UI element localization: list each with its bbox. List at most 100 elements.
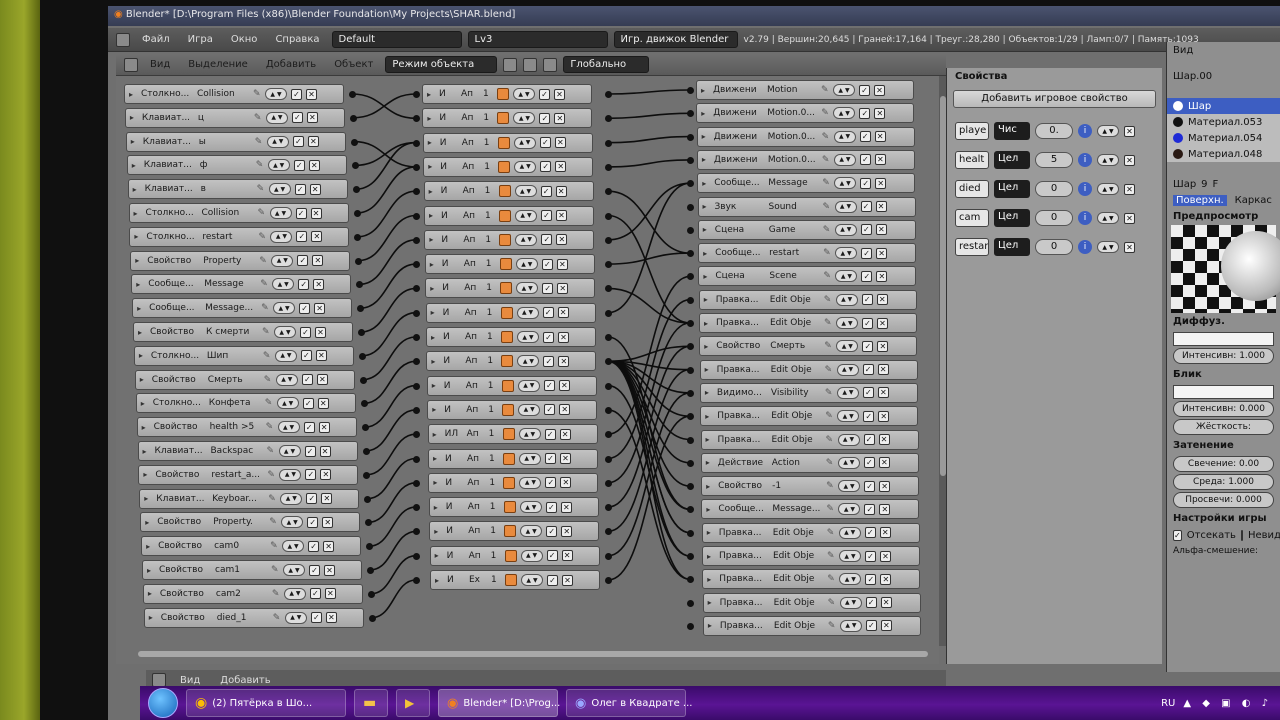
- pin-icon[interactable]: ✎: [827, 528, 835, 538]
- menu-add[interactable]: Добавить: [214, 675, 276, 686]
- up-down-buttons[interactable]: ▲ ▼: [266, 135, 289, 148]
- up-down-buttons[interactable]: ▲ ▼: [273, 302, 296, 315]
- close-icon[interactable]: ✕: [1124, 212, 1135, 224]
- checkbox-icon[interactable]: ✓: [308, 540, 320, 552]
- sensor-output-socket[interactable]: [352, 186, 360, 194]
- close-icon[interactable]: ✕: [314, 302, 326, 314]
- checkbox-icon[interactable]: ✓: [861, 270, 873, 282]
- close-icon[interactable]: ✕: [556, 258, 568, 270]
- pin-icon[interactable]: ✎: [270, 541, 278, 551]
- pin-icon[interactable]: ✎: [253, 89, 261, 99]
- state-icon[interactable]: [504, 525, 517, 538]
- sensor-link[interactable]: [363, 360, 417, 405]
- checkbox-icon[interactable]: ✓: [863, 410, 875, 422]
- close-icon[interactable]: ✕: [324, 588, 336, 600]
- close-icon[interactable]: ✕: [315, 350, 327, 362]
- property-name-field[interactable]: healt: [955, 151, 989, 169]
- checkbox-icon[interactable]: ✓: [543, 331, 554, 343]
- close-icon[interactable]: ✕: [310, 207, 322, 219]
- up-down-buttons[interactable]: ▲ ▼: [837, 410, 860, 423]
- close-icon[interactable]: ✕: [316, 374, 328, 386]
- tab-surface[interactable]: Поверхн.: [1173, 194, 1227, 206]
- expand-triangle-icon[interactable]: ▸: [703, 202, 711, 211]
- right-menu-view[interactable]: Вид: [1167, 42, 1280, 58]
- sensor-output-socket[interactable]: [367, 590, 375, 598]
- checkbox-icon[interactable]: ✓: [304, 445, 316, 457]
- sensor-link[interactable]: [365, 409, 417, 452]
- controller-input-socket[interactable]: [413, 212, 420, 220]
- up-down-buttons[interactable]: ▲ ▼: [267, 159, 290, 172]
- up-down-buttons[interactable]: ▲ ▼: [520, 525, 543, 538]
- up-down-buttons[interactable]: ▲ ▼: [835, 293, 858, 306]
- up-down-buttons[interactable]: ▲ ▼: [514, 160, 537, 173]
- checkbox-icon[interactable]: ✓: [865, 573, 877, 585]
- expand-triangle-icon[interactable]: ▸: [702, 179, 710, 188]
- up-down-buttons[interactable]: ▲ ▼: [833, 130, 856, 143]
- property-name-field[interactable]: died: [955, 180, 989, 198]
- expand-triangle-icon[interactable]: ▸: [432, 381, 440, 390]
- controller-link[interactable]: [607, 190, 691, 254]
- pin-icon[interactable]: ✎: [827, 551, 835, 561]
- close-icon[interactable]: ✕: [325, 612, 337, 624]
- pin-icon[interactable]: ✎: [258, 208, 266, 218]
- up-down-buttons[interactable]: ▲ ▼: [513, 88, 535, 100]
- expand-triangle-icon[interactable]: ▸: [131, 137, 139, 146]
- material-slot[interactable]: Материал.053: [1167, 114, 1280, 130]
- expand-triangle-icon[interactable]: ▸: [706, 458, 714, 467]
- actuator-input-socket[interactable]: [687, 599, 694, 607]
- pin-icon[interactable]: ✎: [259, 256, 267, 266]
- up-down-buttons[interactable]: ▲ ▼: [517, 355, 540, 368]
- up-down-buttons[interactable]: ▲ ▼: [265, 88, 287, 100]
- up-down-buttons[interactable]: ▲ ▼: [515, 233, 538, 246]
- expand-triangle-icon[interactable]: ▸: [706, 435, 714, 444]
- controller-input-socket[interactable]: [413, 309, 420, 317]
- taskbar-player[interactable]: ▶: [396, 689, 430, 717]
- actuator-input-socket[interactable]: [687, 133, 694, 141]
- specular-intensity[interactable]: Интенсивн: 0.000: [1173, 401, 1274, 417]
- tab-wire[interactable]: Каркас: [1235, 195, 1272, 206]
- checkbox-icon[interactable]: ✓: [291, 88, 302, 100]
- up-down-buttons[interactable]: ▲ ▼: [280, 492, 303, 505]
- state-icon[interactable]: [499, 233, 512, 246]
- state-icon[interactable]: [502, 428, 515, 441]
- sensor-link[interactable]: [368, 482, 417, 524]
- close-icon[interactable]: ✕: [554, 88, 565, 100]
- material-slot[interactable]: Материал.054: [1167, 130, 1280, 146]
- pin-icon[interactable]: ✎: [254, 113, 262, 123]
- up-down-buttons[interactable]: ▲ ▼: [1097, 241, 1119, 253]
- close-icon[interactable]: ✕: [876, 247, 888, 259]
- checkbox-icon[interactable]: ✓: [865, 620, 877, 632]
- checkbox-icon[interactable]: ✓: [542, 307, 554, 319]
- orientation-selector[interactable]: Глобально: [563, 56, 650, 73]
- up-down-buttons[interactable]: ▲ ▼: [836, 363, 859, 376]
- controller-output-socket[interactable]: [605, 236, 612, 244]
- expand-triangle-icon[interactable]: ▸: [135, 256, 143, 265]
- up-down-buttons[interactable]: ▲ ▼: [518, 403, 541, 416]
- checkbox-icon[interactable]: ✓: [861, 247, 873, 259]
- close-icon[interactable]: ✕: [1124, 241, 1135, 253]
- checkbox-icon[interactable]: ✓: [294, 183, 306, 195]
- expand-triangle-icon[interactable]: ▸: [148, 589, 156, 598]
- emit-field[interactable]: Свечение: 0.00: [1173, 456, 1274, 472]
- up-down-buttons[interactable]: ▲ ▼: [838, 480, 861, 493]
- debug-info-icon[interactable]: i: [1078, 124, 1092, 138]
- expand-triangle-icon[interactable]: ▸: [428, 162, 436, 171]
- sensor-output-socket[interactable]: [359, 376, 367, 384]
- checkbox-icon[interactable]: ✓: [295, 207, 307, 219]
- close-icon[interactable]: ✕: [315, 326, 326, 338]
- pin-icon[interactable]: ✎: [256, 160, 264, 170]
- controller-input-socket[interactable]: [413, 91, 420, 98]
- hardness-field[interactable]: Жёсткость:: [1173, 419, 1274, 435]
- property-value-field[interactable]: 0: [1035, 181, 1073, 197]
- up-down-buttons[interactable]: ▲ ▼: [279, 468, 302, 481]
- up-down-buttons[interactable]: ▲ ▼: [1097, 125, 1119, 137]
- state-icon[interactable]: [503, 452, 515, 465]
- expand-triangle-icon[interactable]: ▸: [429, 211, 437, 220]
- sensor-output-socket[interactable]: [364, 495, 372, 503]
- actuator-input-socket[interactable]: [687, 622, 694, 630]
- up-down-buttons[interactable]: ▲ ▼: [276, 397, 299, 410]
- close-icon[interactable]: ✕: [555, 161, 567, 173]
- expand-triangle-icon[interactable]: ▸: [146, 542, 154, 551]
- invisible-checkbox[interactable]: [1240, 529, 1243, 541]
- close-icon[interactable]: ✕: [874, 107, 886, 119]
